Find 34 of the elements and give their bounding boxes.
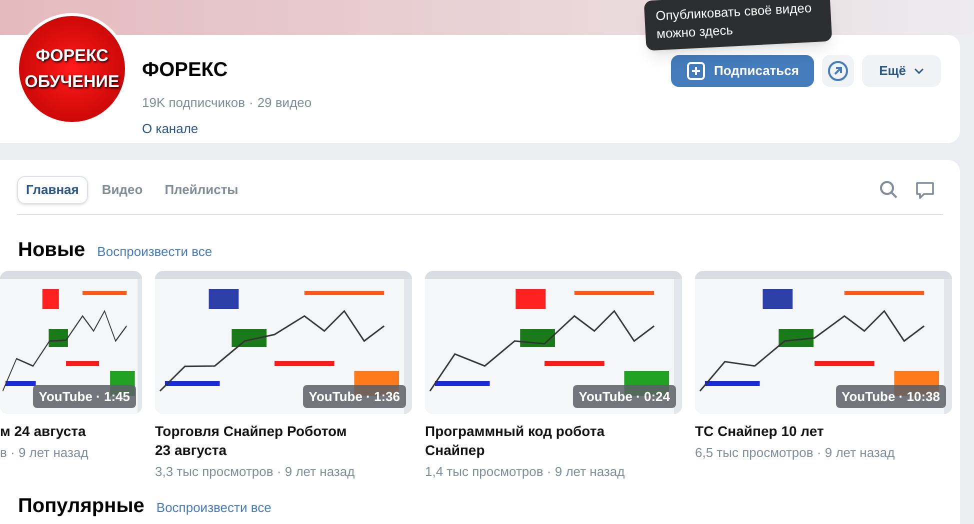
duration-badge: YouTube · 1:36: [302, 384, 406, 408]
subscribe-button[interactable]: Подписаться: [671, 55, 814, 87]
channel-name: ФОРЕКС: [142, 58, 229, 83]
tab[interactable]: Главная: [17, 176, 88, 204]
separator-dot: ·: [248, 94, 254, 112]
comment-icon[interactable]: [915, 180, 935, 200]
section-title: Популярные: [18, 494, 144, 519]
chevron-down-icon: [914, 68, 924, 74]
video-title[interactable]: ТС Снайпер 10 лет: [695, 422, 900, 441]
avatar-text: ОБУЧЕНИЕ: [24, 71, 120, 93]
search-icon[interactable]: [879, 180, 899, 200]
tab[interactable]: Плейлисты: [156, 176, 246, 204]
more-button[interactable]: Ещё: [862, 55, 941, 87]
avatar-text: ФОРЕКС: [36, 45, 108, 67]
tab[interactable]: Видео: [94, 176, 151, 204]
video-meta: 3,3 тыс просмотров · 9 лет назад: [155, 463, 356, 481]
video-title[interactable]: Торговля Снайпер Роботом 23 августа: [155, 422, 360, 460]
channel-avatar[interactable]: ФОРЕКС ОБУЧЕНИЕ: [16, 13, 128, 125]
duration-badge: YouTube · 0:24: [572, 384, 676, 408]
video-meta: 6,5 тыс просмотров · 9 лет назад: [695, 444, 896, 462]
video-title[interactable]: Программный код робота Снайпер: [425, 422, 630, 460]
duration-badge: YouTube · 10:38: [836, 384, 946, 408]
video-meta: 1,4 тыс просмотров · 9 лет назад: [425, 463, 626, 481]
about-link[interactable]: О канале: [142, 118, 312, 138]
duration-badge: YouTube · 1:45: [32, 384, 136, 408]
video-title[interactable]: м 24 августа: [0, 422, 142, 441]
plus-icon: [686, 61, 706, 81]
play-all-link[interactable]: Воспроизвести все: [156, 498, 272, 518]
section-title: Новые: [18, 238, 86, 263]
share-button[interactable]: [822, 55, 854, 87]
video-meta: в · 9 лет назад: [0, 444, 90, 462]
subscriber-count: 19K подписчиков: [142, 94, 245, 112]
play-all-link[interactable]: Воспроизвести все: [97, 242, 212, 262]
video-count: 29 видео: [257, 94, 312, 112]
